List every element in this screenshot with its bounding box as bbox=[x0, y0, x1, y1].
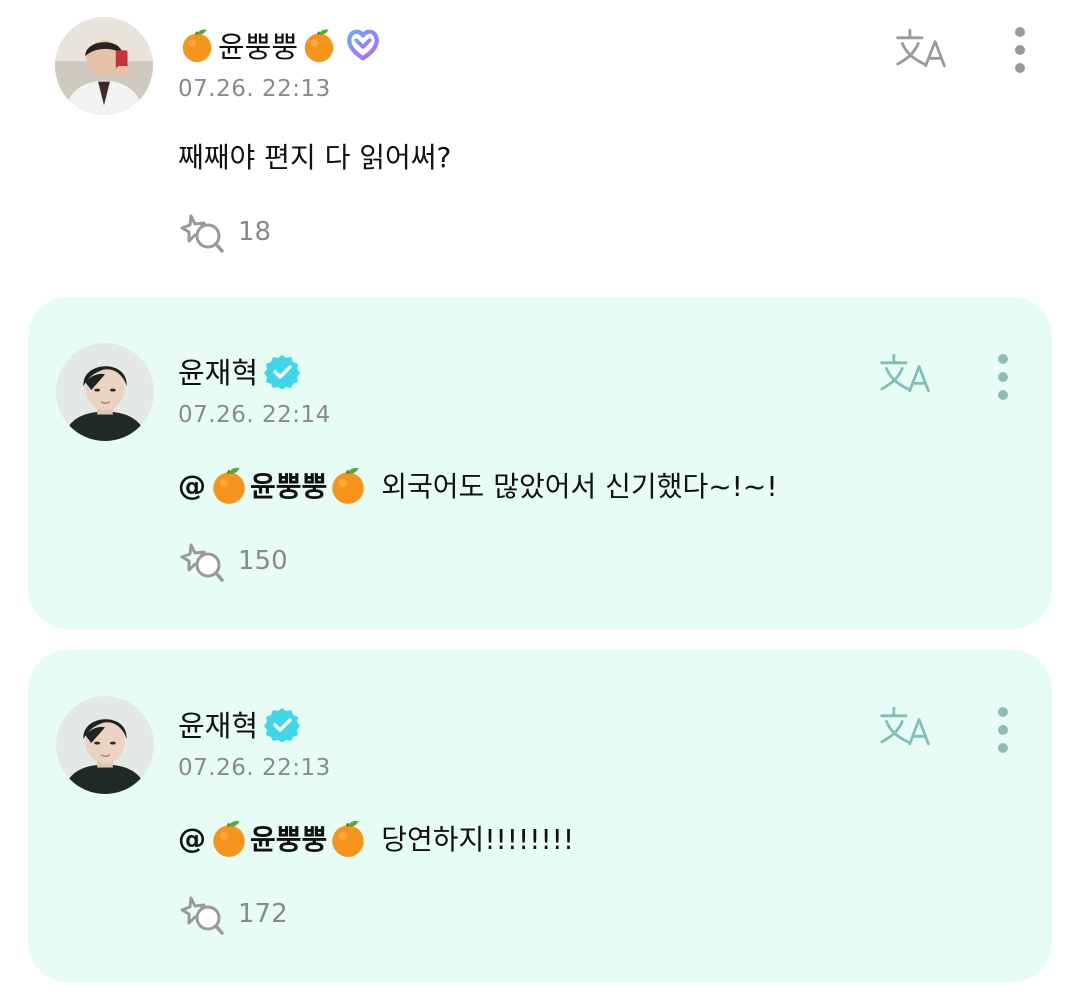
comment-body: 째째야 편지 다 읽어써? bbox=[178, 141, 452, 174]
author-name: 윤재혁 bbox=[178, 709, 259, 743]
comment-text: @ 윤뿡뿡 외국어도 많았어서 신기했다~!~! bbox=[178, 463, 778, 507]
comment-item: 윤뿡뿡 07.26. 22:13 째째야 편지 다 읽어써? 18 bbox=[0, 0, 1080, 290]
comment-body: 외국어도 많았어서 신기했다~!~! bbox=[381, 470, 778, 503]
author-name-row[interactable]: 윤재혁 bbox=[178, 702, 300, 746]
tangerine-emoji-icon bbox=[300, 26, 338, 64]
more-vertical-icon bbox=[993, 706, 1013, 754]
heart-badge-icon bbox=[344, 26, 382, 64]
mention-at: @ bbox=[178, 821, 206, 855]
author-name-row[interactable]: 윤재혁 bbox=[178, 349, 300, 393]
verified-icon bbox=[264, 353, 300, 389]
comment-text: 째째야 편지 다 읽어써? bbox=[178, 136, 451, 176]
tangerine-emoji-icon bbox=[208, 464, 250, 506]
like-icon bbox=[178, 890, 226, 938]
like-icon bbox=[178, 537, 226, 585]
comment-body: 당연하지!!!!!!!! bbox=[381, 823, 575, 856]
more-options-button[interactable] bbox=[993, 353, 1013, 401]
mention[interactable]: @ 윤뿡뿡 bbox=[178, 817, 369, 859]
translate-button[interactable] bbox=[894, 26, 950, 72]
translate-icon bbox=[878, 351, 934, 397]
more-vertical-icon bbox=[1010, 26, 1030, 74]
translate-button[interactable] bbox=[878, 704, 934, 750]
tangerine-emoji-icon bbox=[327, 464, 369, 506]
mention[interactable]: @ 윤뿡뿡 bbox=[178, 464, 369, 506]
mention-at: @ bbox=[178, 468, 206, 502]
mention-name: 윤뿡뿡 bbox=[250, 470, 328, 503]
translate-icon bbox=[878, 704, 934, 750]
like-button[interactable]: 18 bbox=[178, 208, 271, 256]
author-name-row[interactable]: 윤뿡뿡 bbox=[178, 23, 382, 67]
comment-timestamp: 07.26. 22:13 bbox=[178, 755, 331, 781]
tangerine-emoji-icon bbox=[208, 817, 250, 859]
author-name: 윤뿡뿡 bbox=[218, 30, 299, 64]
like-count: 172 bbox=[238, 899, 288, 929]
like-count: 150 bbox=[238, 546, 288, 576]
comment-timestamp: 07.26. 22:14 bbox=[178, 402, 331, 428]
comment-text: @ 윤뿡뿡 당연하지!!!!!!!! bbox=[178, 816, 574, 860]
mention-name: 윤뿡뿡 bbox=[250, 823, 328, 856]
more-options-button[interactable] bbox=[1010, 26, 1030, 74]
comment-timestamp: 07.26. 22:13 bbox=[178, 76, 331, 102]
reply-card: 윤재혁 07.26. 22:13 @ 윤뿡뿡 당연하지!!!!!!!! 172 bbox=[28, 650, 1052, 982]
like-count: 18 bbox=[238, 217, 272, 247]
more-options-button[interactable] bbox=[993, 706, 1013, 754]
tangerine-emoji-icon bbox=[327, 817, 369, 859]
like-button[interactable]: 150 bbox=[178, 537, 288, 585]
more-vertical-icon bbox=[993, 353, 1013, 401]
avatar[interactable] bbox=[56, 696, 154, 794]
author-name: 윤재혁 bbox=[178, 356, 259, 390]
like-icon bbox=[178, 208, 226, 256]
avatar[interactable] bbox=[56, 343, 154, 441]
translate-button[interactable] bbox=[878, 351, 934, 397]
tangerine-emoji-icon bbox=[178, 26, 216, 64]
reply-card: 윤재혁 07.26. 22:14 @ 윤뿡뿡 외국어도 많았어서 신기했다~!~… bbox=[28, 297, 1052, 629]
avatar[interactable] bbox=[55, 17, 153, 115]
verified-icon bbox=[264, 706, 300, 742]
like-button[interactable]: 172 bbox=[178, 890, 288, 938]
translate-icon bbox=[894, 26, 950, 72]
